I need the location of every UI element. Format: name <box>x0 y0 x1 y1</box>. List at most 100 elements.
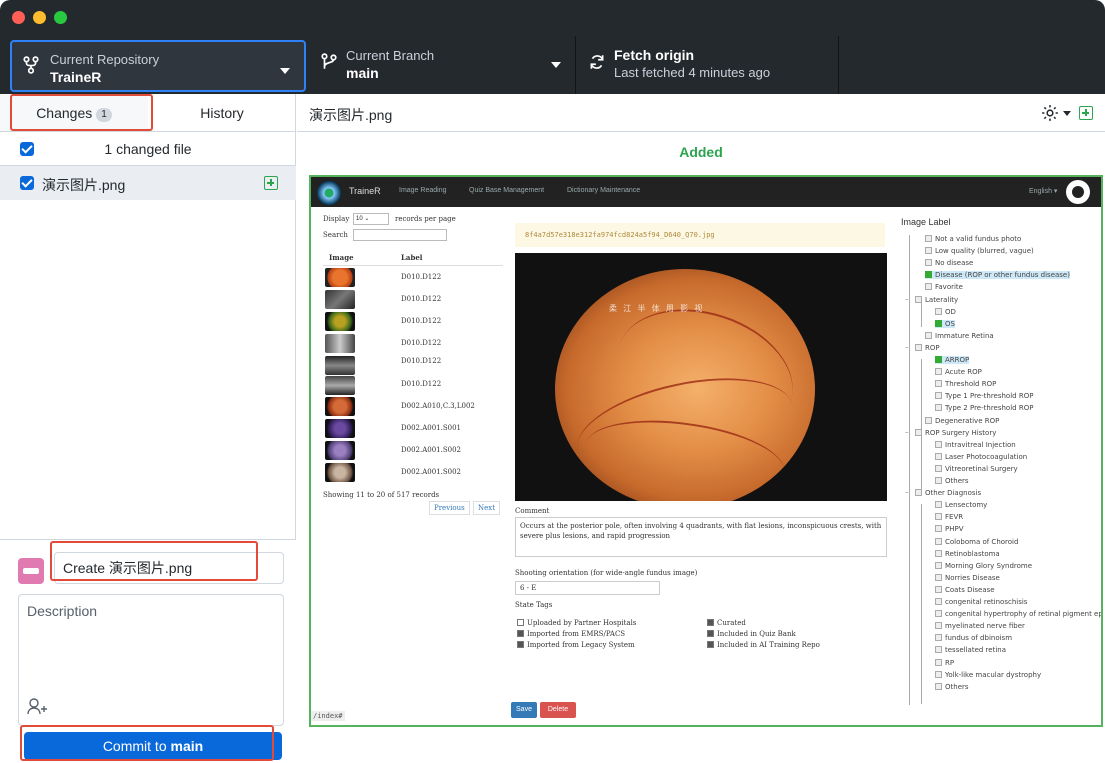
tree-label-item: Laser Photocoagulation <box>935 452 1027 461</box>
tree-label-text: ROP Surgery History <box>925 428 997 437</box>
tree-checkbox <box>935 646 942 654</box>
gear-icon[interactable] <box>1041 104 1059 122</box>
commit-description-field[interactable]: Description <box>18 594 284 726</box>
preview-comment-label: Comment <box>515 507 550 515</box>
preview-row-label: D002.A001.S001 <box>401 424 461 432</box>
preview-col-label: Label <box>401 253 423 262</box>
preview-tag: Included in Quiz Bank <box>707 630 796 638</box>
tree-checkbox <box>935 307 942 315</box>
file-added-icon <box>1079 106 1093 120</box>
tree-checkbox <box>935 477 942 484</box>
preview-row-label: D010.D122 <box>401 317 442 325</box>
tree-label-text: Low quality (blurred, vague) <box>935 247 1034 256</box>
tree-label-item: Vitreoretinal Surgery <box>935 464 1018 473</box>
preview-search-label: Search <box>323 231 348 239</box>
file-checkbox[interactable] <box>20 176 34 190</box>
tree-label-item: Coloboma of Choroid <box>935 537 1018 546</box>
tree-label-text: ROP <box>925 343 940 352</box>
preview-tag: Imported from Legacy System <box>517 641 635 649</box>
tag-checkbox <box>707 641 714 648</box>
diff-header: 演示图片.png <box>297 94 1105 132</box>
changed-file-row[interactable]: 演示图片.png <box>0 166 296 200</box>
tree-checkbox <box>935 585 942 593</box>
preview-row-label: D002.A001.S002 <box>401 468 461 476</box>
tree-label-item: Low quality (blurred, vague) <box>925 247 1034 255</box>
changed-files-header: 1 changed file <box>0 132 296 166</box>
close-window-button[interactable] <box>12 11 25 24</box>
fetch-origin-button[interactable]: Fetch origin Last fetched 4 minutes ago <box>576 36 839 94</box>
tree-label-text: Disease (ROP or other fundus disease) <box>935 271 1070 280</box>
tree-label-text: Vitreoretinal Surgery <box>945 464 1018 473</box>
tree-label-item: OS <box>935 319 955 328</box>
preview-tree-title: Image Label <box>901 217 951 227</box>
tree-label-text: Others <box>945 477 969 485</box>
preview-menu-item: Image Reading <box>399 187 447 194</box>
title-bar <box>0 0 1105 36</box>
tree-checkbox <box>935 368 942 376</box>
tree-label-item: Others <box>935 682 969 691</box>
tree-checkbox <box>935 356 942 363</box>
current-branch-button[interactable]: Current Branch main <box>308 36 576 94</box>
chevron-down-icon[interactable] <box>1063 111 1071 116</box>
tree-label-item: Other Diagnosis <box>905 488 981 497</box>
tag-checkbox <box>517 641 524 648</box>
commit-summary-input[interactable] <box>54 552 284 584</box>
add-coauthor-icon[interactable] <box>27 697 49 715</box>
tree-label-text: Type 1 Pre-threshold ROP <box>945 392 1034 401</box>
tree-checkbox <box>915 489 922 497</box>
tree-label-text: myelinated nerve fiber <box>945 622 1025 631</box>
preview-thumbnail <box>325 268 355 287</box>
preview-image-filename: 8f4a7d57e318e312fa974fcd824a5f94_D640_Q7… <box>515 223 885 247</box>
tree-label-item: Disease (ROP or other fundus disease) <box>925 271 1070 280</box>
chevron-down-icon <box>280 68 290 74</box>
preview-row-label: D010.D122 <box>401 339 442 347</box>
tree-label-item: Not a valid fundus photo <box>925 235 1021 243</box>
tree-label-item: Others <box>935 477 969 485</box>
tree-label-item: Threshold ROP <box>935 380 996 388</box>
preview-thumbnail <box>325 376 355 395</box>
preview-brand: TraineR <box>349 186 381 196</box>
fetch-status: Last fetched 4 minutes ago <box>614 65 771 80</box>
preview-thumbnail <box>325 356 355 375</box>
tree-guide-line <box>921 504 922 704</box>
current-repository-button[interactable]: Current Repository TraineR <box>10 40 306 92</box>
diff-status-label: Added <box>679 144 723 160</box>
tree-label-text: RP <box>945 658 955 667</box>
commit-button[interactable]: Commit to main <box>24 732 282 760</box>
preview-page-size-value: 10 <box>356 216 363 222</box>
tree-checkbox <box>935 513 942 521</box>
preview-save-button: Save <box>511 702 537 718</box>
preview-thumbnail <box>325 463 355 482</box>
avatar <box>18 558 44 584</box>
tree-label-text: Morning Glory Syndrome <box>945 561 1033 570</box>
tree-label-item: PHPV <box>935 525 964 533</box>
tree-label-text: Others <box>945 682 969 691</box>
file-name: 演示图片.png <box>42 177 126 193</box>
tree-checkbox <box>935 598 942 605</box>
branch-icon <box>321 53 337 69</box>
preview-tag: Uploaded by Partner Hospitals <box>517 619 636 627</box>
tree-checkbox <box>935 634 942 642</box>
tree-checkbox <box>935 501 942 509</box>
fetch-label: Fetch origin <box>614 47 695 63</box>
tag-label: Imported from Legacy System <box>527 641 635 649</box>
zoom-window-button[interactable] <box>54 11 67 24</box>
sync-icon <box>590 55 604 69</box>
changes-sidebar: Changes 1 History 1 changed file 演示图片.png… <box>0 94 296 763</box>
tree-label-item: Degenerative ROP <box>925 416 999 425</box>
tree-label-text: Acute ROP <box>945 368 982 377</box>
minimize-window-button[interactable] <box>33 11 46 24</box>
preview-url-index: /index# <box>311 711 345 721</box>
tab-changes[interactable]: Changes 1 <box>0 94 148 131</box>
tree-label-item: ARROP <box>935 356 970 364</box>
tree-label-text: Yolk-like macular dystrophy <box>945 670 1042 679</box>
tab-history[interactable]: History <box>148 94 296 131</box>
tree-label-text: Coats Disease <box>945 585 995 594</box>
toolbar: Current Repository TraineR Current Branc… <box>0 36 1105 94</box>
commit-button-prefix: Commit to <box>102 738 167 754</box>
tree-checkbox <box>935 537 942 545</box>
tree-checkbox <box>935 549 942 557</box>
tree-label-text: Favorite <box>935 283 963 292</box>
tree-checkbox <box>925 283 932 291</box>
preview-row-label: D010.D122 <box>401 380 442 388</box>
